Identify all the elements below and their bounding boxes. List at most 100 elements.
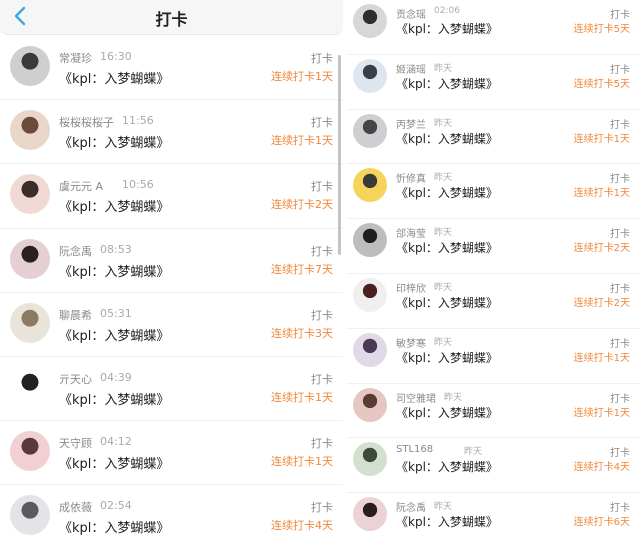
avatar (353, 278, 387, 312)
list-item[interactable]: 阮念禹 昨天 《kpl：入梦蝴蝶》 打卡 连续打卡6天 (347, 493, 640, 544)
avatar (353, 442, 387, 477)
checkin-tag: 打卡 (311, 180, 333, 194)
checkin-time: 04:39 (100, 371, 132, 384)
user-name: 天守顾 (59, 437, 92, 451)
user-name: 常凝珍 (59, 52, 92, 65)
checkin-title: 《kpl：入梦蝴蝶》 (59, 457, 170, 473)
checkin-tag: 打卡 (610, 284, 630, 295)
checkin-title: 《kpl：入梦蝴蝶》 (396, 296, 498, 310)
header-bar: 打卡 (0, 0, 343, 35)
avatar (353, 113, 387, 148)
checkin-tag: 打卡 (610, 393, 630, 405)
streak-label: 连续打卡1天 (573, 407, 630, 419)
checkin-time: 10:56 (122, 178, 154, 192)
checkin-tag: 打卡 (610, 10, 630, 21)
list-item[interactable]: 天守顾 04:12 《kpl：入梦蝴蝶》 打卡连续打卡1天 (0, 421, 343, 486)
list-item[interactable]: 郃海莹 昨天 《kpl：入梦蝴蝶》 打卡 连续打卡2天 (347, 219, 640, 274)
list-item[interactable]: 敏梦寒 昨天 《kpl：入梦蝴蝶》 打卡 连续打卡1天 (347, 329, 640, 384)
checkin-tag: 打卡 (311, 244, 333, 258)
checkin-title: 《kpl：入梦蝴蝶》 (396, 460, 498, 475)
user-name: 成依薇 (59, 501, 92, 515)
checkin-tag: 打卡 (610, 174, 630, 186)
checkin-tag: 打卡 (610, 119, 630, 131)
list-item[interactable]: STL168 昨天 《kpl：入梦蝴蝶》 打卡 连续打卡4天 (347, 438, 640, 494)
user-name: 阮念禹 (59, 244, 92, 258)
checkin-title: 《kpl：入梦蝴蝶》 (59, 72, 170, 87)
checkin-title: 《kpl：入梦蝴蝶》 (396, 350, 498, 365)
avatar (353, 387, 387, 422)
checkin-time: 02:54 (100, 499, 132, 513)
streak-label: 连续打卡3天 (271, 326, 333, 340)
checkin-title: 《kpl：入梦蝴蝶》 (396, 131, 498, 146)
user-name: 司空雅珺 (396, 393, 436, 405)
streak-label: 连续打卡5天 (573, 78, 630, 90)
checkin-tag: 打卡 (610, 229, 630, 241)
user-name: 丙梦兰 (396, 119, 426, 131)
user-name: 忻修真 (396, 174, 426, 186)
user-name: 姬涵瑶 (396, 64, 426, 76)
checkin-time: 04:12 (100, 435, 132, 449)
streak-label: 连续打卡1天 (573, 352, 630, 364)
avatar (10, 302, 50, 343)
checkin-tag: 打卡 (311, 437, 333, 451)
list-item[interactable]: 桜桜桜桜子 11:56 《kpl：入梦蝴蝶》 打卡连续打卡1天 (0, 100, 343, 165)
streak-label: 连续打卡5天 (573, 24, 630, 35)
checkin-time: 昨天 (434, 228, 453, 239)
checkin-title: 《kpl：入梦蝴蝶》 (396, 186, 498, 201)
checkin-tag: 打卡 (610, 503, 630, 515)
streak-label: 连续打卡7天 (271, 262, 333, 276)
streak-label: 连续打卡1天 (573, 133, 630, 145)
checkin-title: 《kpl：入梦蝴蝶》 (396, 76, 498, 91)
user-name: 敏梦寒 (396, 338, 426, 350)
checkin-time: 昨天 (464, 447, 483, 458)
list-item[interactable]: 阮念禹 08:53 《kpl：入梦蝴蝶》 打卡 连续打卡7天 (0, 229, 343, 293)
avatar (353, 58, 387, 93)
checkin-time: 昨天 (434, 283, 453, 293)
streak-label: 连续打卡2天 (573, 298, 630, 309)
checkin-tag: 打卡 (311, 308, 333, 322)
right-panel: 贡念瑶 02:06 《kpl：入梦蝴蝶》 打卡 连续打卡5天 姬涵瑶 昨天 《kpl：入梦蝴蝶… (347, 0, 640, 544)
streak-label: 连续打卡1天 (271, 134, 333, 148)
list-item[interactable]: 虞元元 A 10:56 《kpl：入梦蝴蝶》 打卡 连续打卡2天 (0, 164, 343, 229)
checkin-time: 昨天 (434, 173, 453, 184)
list-item[interactable]: 司空雅珺 昨天 《kpl：入梦蝴蝶》 打卡 连续打卡1天 (347, 384, 640, 439)
avatar (10, 238, 50, 279)
checkin-time: 昨天 (444, 392, 463, 403)
user-name: 印梓欣 (396, 284, 426, 295)
list-item[interactable]: 亓天心 04:39 《kpl：入梦蝴蝶》 打卡 连续打卡1天 (0, 357, 343, 422)
streak-label: 连续打卡4天 (573, 462, 630, 474)
streak-label: 连续打卡1天 (573, 188, 630, 200)
streak-label: 连续打卡6天 (573, 517, 630, 529)
avatar (353, 4, 387, 38)
user-name: 桜桜桜桜子 (59, 116, 114, 130)
list-item[interactable]: 成依薇 02:54 《kpl：入梦蝴蝶》 打卡 连续打卡4天 (0, 485, 343, 544)
checkin-time: 昨天 (434, 63, 453, 74)
checkin-title: 《kpl：入梦蝴蝶》 (59, 264, 170, 280)
list-item[interactable]: 姬涵瑶 昨天 《kpl：入梦蝴蝶》 打卡 连续打卡5天 (347, 55, 640, 110)
scrollbar[interactable] (338, 55, 341, 255)
left-panel: 打卡 常凝珍 16:30 《kpl：入梦蝴蝶》 打卡 连续打卡1天桜桜桜桜子 11:56 《… (0, 0, 343, 544)
avatar (10, 431, 50, 472)
list-item[interactable]: 聊晨希 05:31 《kpl：入梦蝴蝶》 打卡 连续打卡3天 (0, 293, 343, 357)
checkin-tag: 打卡 (311, 116, 333, 130)
user-name: 虞元元 A (59, 180, 104, 194)
list-item[interactable]: 印梓欣 昨天《kpl：入梦蝴蝶》 打卡连续打卡2天 (347, 274, 640, 329)
streak-label: 连续打卡1天 (271, 70, 333, 83)
list-item[interactable]: 丙梦兰 昨天 《kpl：入梦蝴蝶》 打卡 连续打卡1天 (347, 110, 640, 165)
checkin-time: 05:31 (100, 306, 132, 320)
user-name: 贡念瑶 (396, 10, 426, 21)
avatar (353, 332, 387, 367)
list-item[interactable]: 贡念瑶 02:06 《kpl：入梦蝴蝶》 打卡 连续打卡5天 (347, 0, 640, 55)
avatar (353, 223, 387, 258)
user-name: 亓天心 (59, 373, 92, 386)
list-item[interactable]: 常凝珍 16:30 《kpl：入梦蝴蝶》 打卡 连续打卡1天 (0, 36, 343, 101)
list-item[interactable]: 忻修真 昨天《kpl：入梦蝴蝶》 打卡连续打卡1天 (347, 164, 640, 220)
avatar (10, 110, 50, 151)
streak-label: 连续打卡1天 (271, 455, 333, 469)
checkin-time: 11:56 (122, 114, 154, 128)
checkin-tag: 打卡 (311, 373, 333, 386)
checkin-title: 《kpl：入梦蝴蝶》 (59, 328, 170, 344)
user-name: STL168 (396, 444, 434, 456)
streak-label: 连续打卡2天 (573, 243, 630, 255)
checkin-title: 《kpl：入梦蝴蝶》 (59, 136, 170, 152)
